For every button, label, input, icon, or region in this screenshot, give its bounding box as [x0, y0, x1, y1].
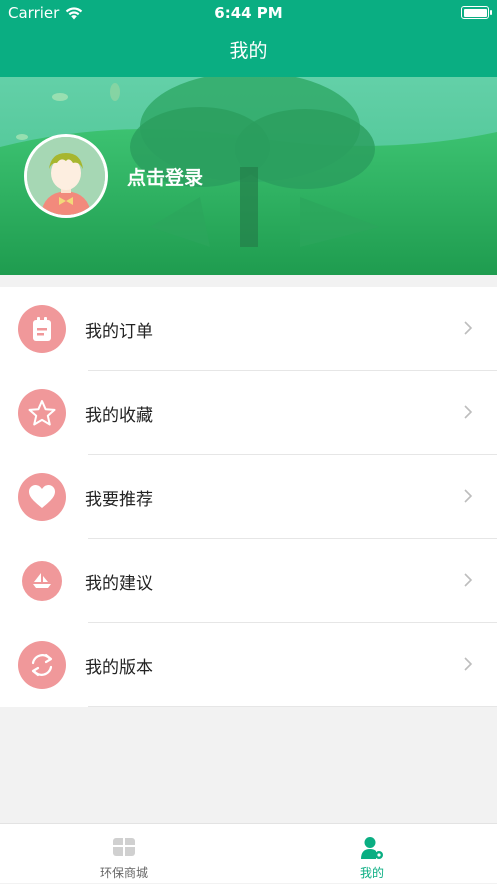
menu-item-favorites[interactable]: 我的收藏: [0, 371, 497, 455]
refresh-icon: [18, 641, 66, 689]
chevron-right-icon: [464, 573, 473, 587]
nav-bar: 我的: [0, 26, 497, 77]
status-bar: Carrier 6:44 PM: [0, 0, 497, 26]
page-title: 我的: [229, 40, 268, 62]
menu-item-suggestions[interactable]: 我的建议: [0, 539, 497, 623]
chevron-right-icon: [464, 405, 473, 419]
menu-item-label: 我的收藏: [85, 406, 153, 426]
battery-icon: [461, 6, 492, 19]
login-link[interactable]: 点击登录: [127, 163, 203, 190]
tab-bar: 环保商城 我的: [0, 823, 497, 883]
menu-list: 我的订单 我的收藏 我要推荐 我的建议 我的版本: [0, 287, 497, 707]
tab-eco-mall[interactable]: 环保商城: [0, 824, 248, 884]
avatar[interactable]: [24, 134, 108, 218]
avatar-illustration: [27, 137, 105, 215]
star-icon: [18, 389, 66, 437]
tab-mine[interactable]: 我的: [248, 824, 496, 884]
menu-item-recommend[interactable]: 我要推荐: [0, 455, 497, 539]
boat-icon: [22, 561, 62, 601]
tab-label: 我的: [359, 866, 384, 880]
divider: [88, 706, 497, 707]
chevron-right-icon: [464, 489, 473, 503]
profile-header[interactable]: 点击登录: [0, 77, 497, 275]
menu-item-label: 我的建议: [85, 574, 153, 594]
user-settings-icon: [361, 837, 383, 859]
menu-item-label: 我的版本: [85, 658, 153, 678]
chevron-right-icon: [464, 657, 473, 671]
tab-label: 环保商城: [99, 866, 148, 880]
status-time: 6:44 PM: [214, 4, 283, 22]
menu-item-orders[interactable]: 我的订单: [0, 287, 497, 371]
menu-item-version[interactable]: 我的版本: [0, 623, 497, 707]
order-icon: [18, 305, 66, 353]
menu-item-label: 我要推荐: [85, 490, 153, 510]
menu-item-label: 我的订单: [85, 322, 153, 342]
heart-icon: [18, 473, 66, 521]
chevron-right-icon: [464, 321, 473, 335]
shop-icon: [113, 838, 135, 856]
